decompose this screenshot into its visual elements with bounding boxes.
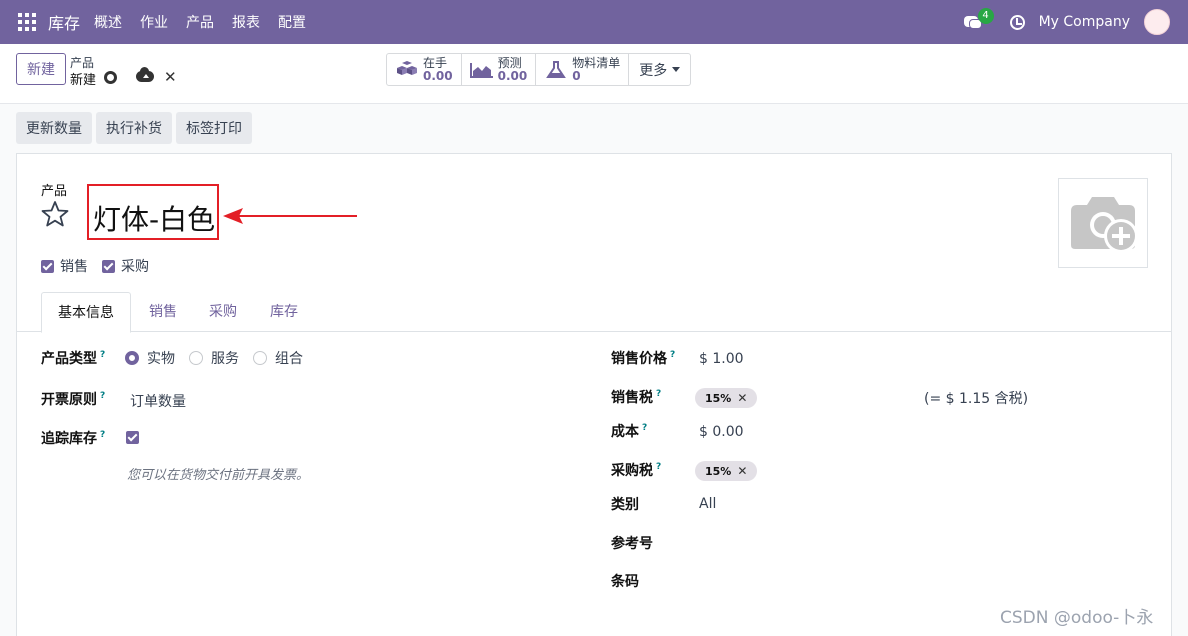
- menu-item-products[interactable]: 产品: [186, 12, 214, 32]
- menu-item-operations[interactable]: 作业: [140, 12, 168, 32]
- tax-included-text: (= $ 1.15 含税): [924, 391, 1029, 407]
- checkbox-checked-icon[interactable]: [102, 259, 115, 273]
- menu-item-overview[interactable]: 概述: [94, 12, 122, 32]
- breadcrumb-current: 新建: [70, 73, 97, 88]
- navbar-right: 4 My Company: [963, 0, 1170, 44]
- radio-option-goods[interactable]: 实物: [125, 348, 175, 368]
- radio-option-combo[interactable]: 组合: [253, 348, 303, 368]
- tab-general-info[interactable]: 基本信息: [41, 292, 131, 333]
- category-input[interactable]: All: [699, 496, 716, 512]
- more-label: 更多: [639, 62, 668, 79]
- radio-option-service[interactable]: 服务: [189, 348, 239, 368]
- radio-icon[interactable]: [253, 351, 267, 365]
- track-inventory-label: 追踪库存?: [41, 430, 106, 447]
- new-button[interactable]: 新建: [16, 53, 66, 85]
- form-sheet: 产品 灯体-白色 销售 采购 基本信息 销售 采购 库存 产品类型 ? 实物 服…: [16, 153, 1172, 636]
- annotation-arrow-icon: [223, 208, 357, 224]
- invoice-hint-text: 您可以在货物交付前开具发票。: [127, 468, 310, 483]
- sales-price-input[interactable]: $ 1.00: [699, 351, 744, 367]
- checkbox-checked-icon[interactable]: [41, 259, 54, 273]
- boxes-icon: [397, 60, 417, 75]
- barcode-label: 条码: [611, 574, 639, 590]
- tab-sales[interactable]: 销售: [133, 292, 193, 332]
- menu-item-configuration[interactable]: 配置: [278, 12, 306, 32]
- flask-icon: [546, 60, 567, 78]
- stat-label: 预测: [497, 55, 522, 70]
- stat-button-forecast[interactable]: 预测 0.00: [462, 54, 537, 85]
- remove-tag-icon[interactable]: ✕: [737, 464, 747, 478]
- replenish-button[interactable]: 执行补货: [96, 112, 172, 144]
- company-switcher[interactable]: My Company: [1039, 14, 1130, 30]
- stat-button-bom[interactable]: 物料清单 0: [536, 54, 630, 85]
- area-chart-icon: [469, 62, 493, 78]
- action-buttons: 更新数量 执行补货 标签打印: [16, 112, 256, 144]
- messages-icon[interactable]: 4: [963, 8, 994, 30]
- can-be-sold-checkbox[interactable]: 销售: [41, 256, 88, 276]
- track-inventory-checkbox[interactable]: [126, 431, 139, 444]
- tab-inventory[interactable]: 库存: [254, 292, 314, 332]
- purchase-tax-label: 采购税?: [611, 462, 662, 479]
- product-type-radio-group: 实物 服务 组合: [125, 348, 317, 368]
- reference-label: 参考号: [611, 536, 653, 552]
- form-tabs: 基本信息 销售 采购 库存: [17, 292, 1171, 333]
- cost-label: 成本?: [611, 423, 648, 440]
- top-navbar: 库存 概述 作业 产品 报表 配置 4 My Company: [0, 0, 1188, 44]
- cost-input[interactable]: $ 0.00: [699, 424, 744, 440]
- invoice-policy-select[interactable]: 订单数量: [130, 391, 186, 411]
- smart-buttons: 在手 0.00 预测 0.00 物料清单 0 更多: [386, 53, 692, 86]
- stat-value: 0.00: [497, 68, 528, 83]
- checkbox-label: 采购: [121, 259, 149, 275]
- caret-down-icon: [672, 67, 681, 72]
- stat-value: 0.00: [423, 68, 453, 83]
- sales-tax-tag[interactable]: 15% ✕: [695, 388, 758, 408]
- app-title[interactable]: 库存: [48, 10, 80, 34]
- save-cloud-icon[interactable]: [136, 67, 154, 82]
- radio-icon[interactable]: [189, 351, 203, 365]
- stat-label: 在手: [423, 55, 448, 70]
- watermark-text: CSDN @odoo-卜永: [1000, 608, 1154, 628]
- product-label: 产品: [41, 184, 68, 199]
- activity-clock-icon[interactable]: [1009, 14, 1025, 30]
- gear-icon[interactable]: [104, 71, 117, 84]
- print-labels-button[interactable]: 标签打印: [176, 112, 252, 144]
- main-menu: 概述 作业 产品 报表 配置: [94, 12, 324, 32]
- stat-label: 物料清单: [572, 55, 621, 70]
- product-image-placeholder[interactable]: [1058, 178, 1148, 268]
- can-be-purchased-checkbox[interactable]: 采购: [102, 256, 149, 276]
- product-name-input[interactable]: 灯体-白色: [93, 198, 215, 238]
- message-count-badge: 4: [977, 8, 994, 24]
- invoice-policy-label: 开票原则?: [41, 391, 106, 408]
- update-quantity-button[interactable]: 更新数量: [16, 112, 92, 144]
- tab-purchase[interactable]: 采购: [193, 292, 253, 332]
- remove-tag-icon[interactable]: ✕: [737, 391, 747, 405]
- stat-button-on-hand[interactable]: 在手 0.00: [387, 54, 462, 85]
- app-grid-icon[interactable]: [18, 13, 36, 31]
- product-type-label: 产品类型?: [41, 350, 106, 367]
- category-label: 类别: [611, 497, 639, 513]
- star-icon[interactable]: [41, 200, 69, 228]
- radio-selected-icon[interactable]: [125, 351, 139, 365]
- menu-item-reports[interactable]: 报表: [232, 12, 260, 32]
- sales-price-label: 销售价格?: [611, 350, 676, 367]
- checkbox-label: 销售: [60, 259, 88, 275]
- sales-tax-label: 销售税?: [611, 389, 662, 406]
- camera-plus-icon: [1071, 197, 1138, 253]
- discard-icon[interactable]: ✕: [164, 68, 177, 86]
- user-avatar[interactable]: [1144, 9, 1170, 35]
- control-panel: 新建 产品 新建 ✕ 在手 0.00 预测 0.00 物料清单 0 更多: [0, 44, 1188, 104]
- more-dropdown[interactable]: 更多: [629, 54, 690, 85]
- purchase-tax-tag[interactable]: 15% ✕: [695, 461, 758, 481]
- stat-value: 0: [572, 68, 581, 83]
- product-flags: 销售 采购: [41, 256, 163, 276]
